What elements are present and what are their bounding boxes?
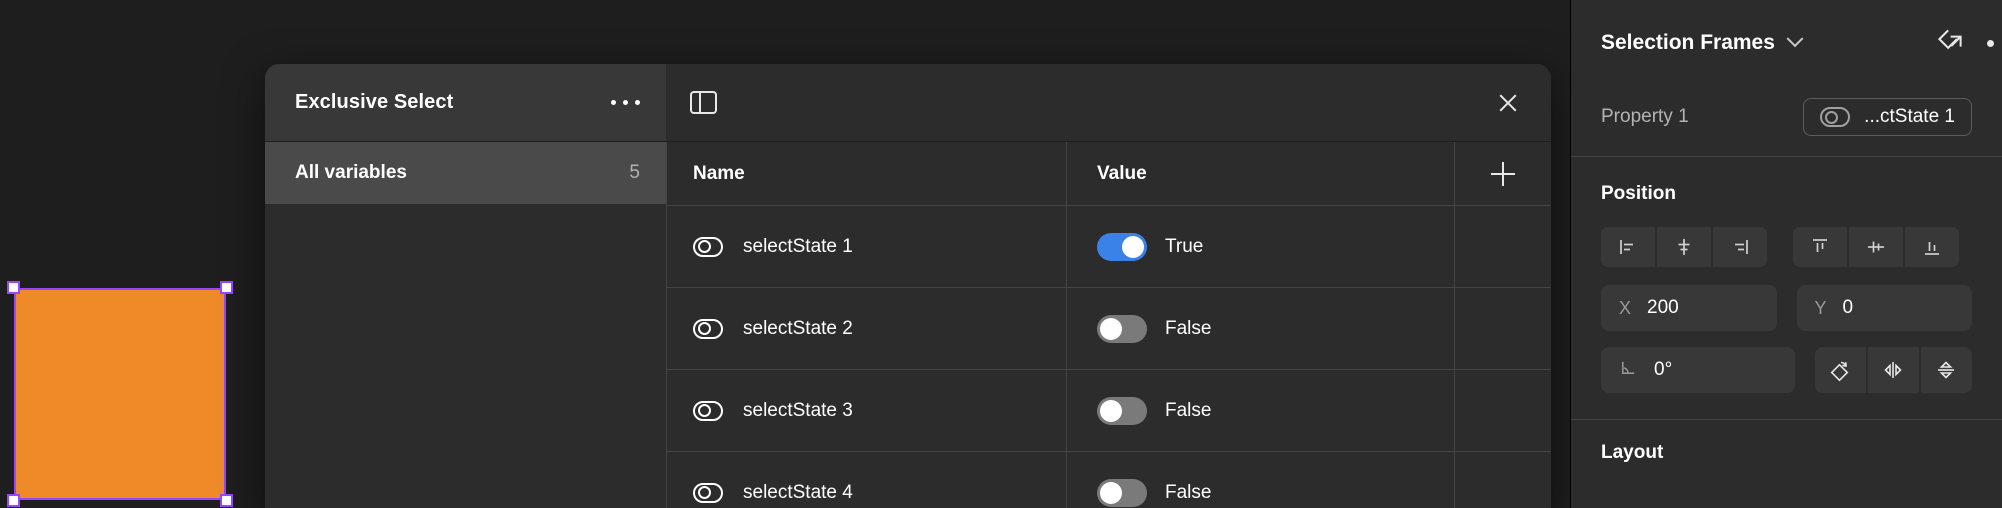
modal-body: All variables 5 Name Value selectState 1… bbox=[265, 142, 1551, 508]
y-position-field[interactable]: Y 0 bbox=[1796, 285, 1972, 331]
selected-frame-wrapper[interactable] bbox=[7, 281, 233, 507]
sidebar-item-all-variables[interactable]: All variables 5 bbox=[265, 142, 666, 204]
boolean-value-label: False bbox=[1165, 399, 1212, 421]
modal-header: Exclusive Select bbox=[265, 64, 1551, 142]
align-right-icon[interactable] bbox=[1713, 227, 1767, 267]
column-header-value-cell: Value bbox=[1067, 142, 1455, 205]
inspector-panel: Selection Frames Property 1 ...ctState 1 bbox=[1570, 0, 2002, 508]
table-row[interactable]: selectState 4 False bbox=[667, 452, 1551, 508]
page-title: Selection Frames bbox=[1601, 31, 1775, 54]
boolean-value-label: True bbox=[1165, 235, 1204, 257]
close-icon[interactable] bbox=[1495, 90, 1521, 116]
align-vertical-center-icon[interactable] bbox=[1849, 227, 1903, 267]
variable-value-cell[interactable]: True bbox=[1067, 206, 1455, 287]
row-spacer bbox=[1455, 206, 1551, 287]
variables-modal: Exclusive Select All variables 5 Name Va… bbox=[265, 64, 1551, 508]
more-horizontal-icon[interactable] bbox=[611, 100, 640, 105]
y-label: Y bbox=[1814, 297, 1827, 318]
add-variable-button[interactable] bbox=[1455, 142, 1551, 205]
table-row[interactable]: selectState 3 False bbox=[667, 370, 1551, 452]
transform-button-group bbox=[1814, 347, 1973, 393]
variable-name: selectState 1 bbox=[743, 235, 853, 257]
align-horizontal-center-icon[interactable] bbox=[1657, 227, 1711, 267]
property-variable-chip[interactable]: ...ctState 1 bbox=[1803, 98, 1972, 136]
x-label: X bbox=[1619, 297, 1632, 318]
variable-name-cell[interactable]: selectState 3 bbox=[667, 370, 1067, 451]
rotation-and-transform-row: 0° bbox=[1571, 331, 2002, 393]
align-bottom-icon[interactable] bbox=[1905, 227, 1959, 267]
boolean-variable-icon bbox=[693, 236, 723, 257]
variable-name-cell[interactable]: selectState 2 bbox=[667, 288, 1067, 369]
modal-header-right bbox=[666, 64, 1551, 142]
variable-value-cell[interactable]: False bbox=[1067, 452, 1455, 508]
column-header-name-cell: Name bbox=[667, 142, 1067, 205]
boolean-toggle[interactable] bbox=[1097, 396, 1147, 425]
alignment-toolbar bbox=[1571, 205, 2002, 267]
sidebar-toggle-icon[interactable] bbox=[690, 91, 717, 114]
chevron-down-icon[interactable] bbox=[1786, 30, 1804, 48]
variable-name-cell[interactable]: selectState 4 bbox=[667, 452, 1067, 508]
table-row[interactable]: selectState 1 True bbox=[667, 206, 1551, 288]
flip-horizontal-icon[interactable] bbox=[1867, 347, 1919, 393]
row-spacer bbox=[1455, 452, 1551, 508]
row-spacer bbox=[1455, 288, 1551, 369]
collections-sidebar: All variables 5 bbox=[265, 142, 666, 508]
rotation-value: 0° bbox=[1654, 359, 1673, 380]
variable-name-cell[interactable]: selectState 1 bbox=[667, 206, 1067, 287]
property-section: Property 1 ...ctState 1 bbox=[1571, 86, 2002, 148]
resize-handle-bottom-right[interactable] bbox=[220, 494, 233, 507]
sidebar-item-label: All variables bbox=[295, 162, 407, 183]
rotation-field[interactable]: 0° bbox=[1601, 347, 1795, 393]
figma-app-screen: Exclusive Select All variables 5 Name Va… bbox=[0, 0, 2002, 508]
rotate-icon[interactable] bbox=[1814, 347, 1866, 393]
variable-name: selectState 2 bbox=[743, 317, 853, 339]
boolean-value-label: False bbox=[1165, 317, 1212, 339]
table-row[interactable]: selectState 2 False bbox=[667, 288, 1551, 370]
property-row: Property 1 ...ctState 1 bbox=[1601, 86, 1972, 148]
collection-title: Exclusive Select bbox=[295, 91, 454, 113]
y-value: 0 bbox=[1842, 297, 1854, 318]
horizontal-align-group bbox=[1601, 227, 1767, 267]
align-left-icon[interactable] bbox=[1601, 227, 1655, 267]
table-header-row: Name Value bbox=[667, 142, 1551, 206]
boolean-value-label: False bbox=[1165, 481, 1212, 503]
inspector-header: Selection Frames bbox=[1571, 0, 2002, 86]
align-top-icon[interactable] bbox=[1793, 227, 1847, 267]
variables-table: Name Value selectState 1 True selectStat… bbox=[666, 142, 1551, 508]
property-variable-value: ...ctState 1 bbox=[1864, 106, 1955, 127]
variable-name: selectState 4 bbox=[743, 481, 853, 503]
boolean-variable-icon bbox=[1820, 107, 1851, 127]
flip-vertical-icon[interactable] bbox=[1920, 347, 1973, 393]
vertical-align-group bbox=[1793, 227, 1959, 267]
boolean-toggle[interactable] bbox=[1097, 232, 1147, 261]
angle-icon bbox=[1619, 358, 1638, 382]
variable-value-cell[interactable]: False bbox=[1067, 370, 1455, 451]
boolean-toggle[interactable] bbox=[1097, 314, 1147, 343]
x-position-field[interactable]: X 200 bbox=[1601, 285, 1777, 331]
orange-rectangle[interactable] bbox=[14, 288, 226, 500]
share-export-icon[interactable] bbox=[1935, 26, 1965, 61]
plus-icon bbox=[1491, 161, 1515, 186]
column-header-name: Name bbox=[693, 162, 745, 184]
variable-value-cell[interactable]: False bbox=[1067, 288, 1455, 369]
position-fields: X 200 Y 0 bbox=[1571, 267, 2002, 331]
inspector-actions bbox=[1935, 26, 1994, 61]
boolean-variable-icon bbox=[693, 400, 723, 421]
resize-handle-top-right[interactable] bbox=[220, 281, 233, 294]
variable-name: selectState 3 bbox=[743, 399, 853, 421]
sidebar-item-count: 5 bbox=[629, 162, 640, 183]
more-dot-icon[interactable] bbox=[1987, 39, 1994, 47]
boolean-variable-icon bbox=[693, 318, 723, 339]
layout-section-title: Layout bbox=[1601, 442, 1664, 463]
row-spacer bbox=[1455, 370, 1551, 451]
boolean-toggle[interactable] bbox=[1097, 478, 1147, 507]
column-header-value: Value bbox=[1097, 162, 1147, 184]
boolean-variable-icon bbox=[693, 482, 723, 503]
resize-handle-top-left[interactable] bbox=[7, 281, 20, 294]
resize-handle-bottom-left[interactable] bbox=[7, 494, 20, 507]
position-section-title: Position bbox=[1601, 183, 1676, 204]
x-value: 200 bbox=[1647, 297, 1679, 318]
property-label: Property 1 bbox=[1601, 106, 1689, 127]
modal-header-left: Exclusive Select bbox=[265, 64, 666, 142]
